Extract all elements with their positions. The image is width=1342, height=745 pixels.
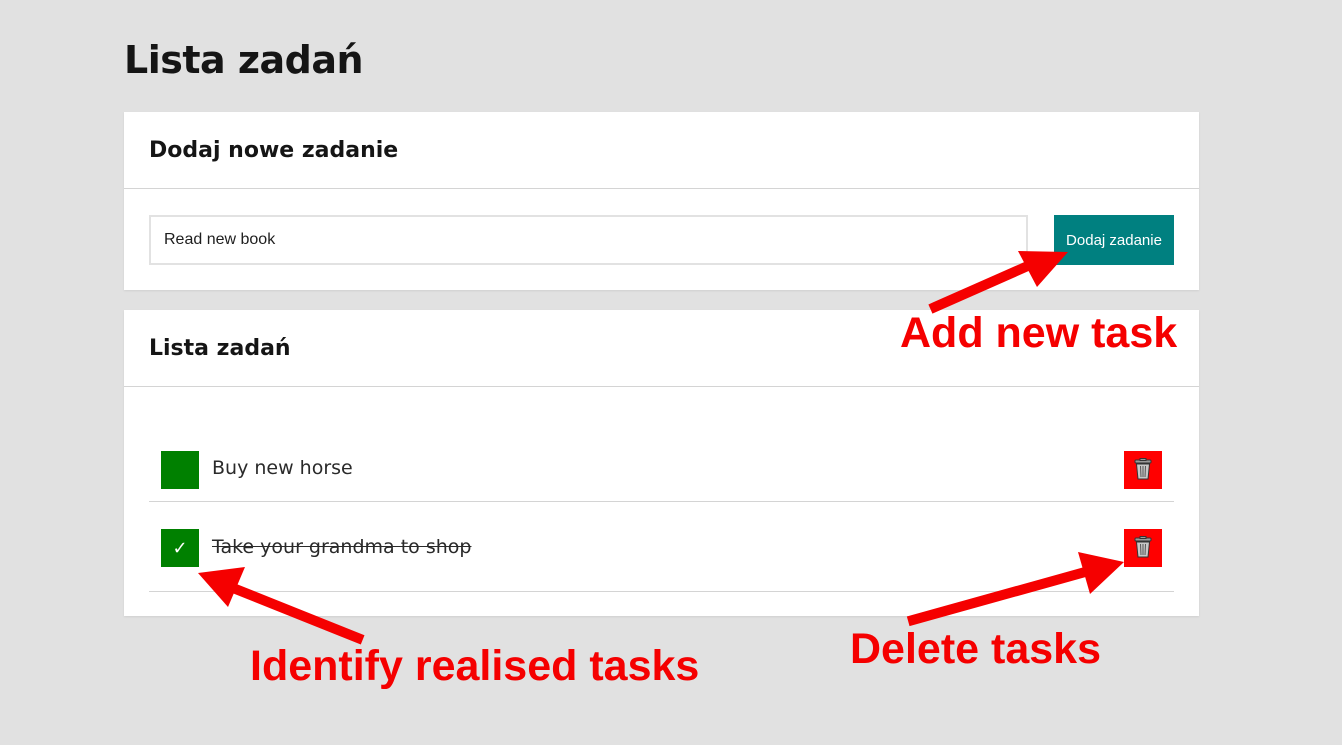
page-title: Lista zadań — [124, 38, 364, 82]
add-task-button[interactable]: Dodaj zadanie — [1054, 215, 1174, 265]
task-list: Buy new horse ✓ Take your grandma to sho… — [149, 424, 1174, 592]
delete-task-button[interactable] — [1124, 529, 1162, 567]
task-text: Buy new horse — [212, 457, 353, 479]
annotation-identify-tasks: Identify realised tasks — [250, 642, 700, 690]
task-list-heading: Lista zadań — [149, 335, 291, 361]
add-task-heading: Dodaj nowe zadanie — [149, 137, 399, 163]
add-task-card: Dodaj nowe zadanie Dodaj zadanie — [124, 112, 1199, 290]
trash-icon — [1133, 457, 1153, 483]
task-checkbox[interactable]: ✓ — [161, 529, 199, 567]
annotation-delete-tasks: Delete tasks — [850, 625, 1101, 673]
task-checkbox[interactable] — [161, 451, 199, 489]
annotation-add-task: Add new task — [900, 309, 1178, 357]
delete-task-button[interactable] — [1124, 451, 1162, 489]
task-item: ✓ Take your grandma to shop — [149, 502, 1174, 592]
add-task-card-header: Dodaj nowe zadanie — [124, 112, 1199, 189]
new-task-input[interactable] — [149, 215, 1028, 265]
trash-icon — [1133, 535, 1153, 561]
task-item: Buy new horse — [149, 424, 1174, 502]
task-text: Take your grandma to shop — [212, 536, 472, 558]
